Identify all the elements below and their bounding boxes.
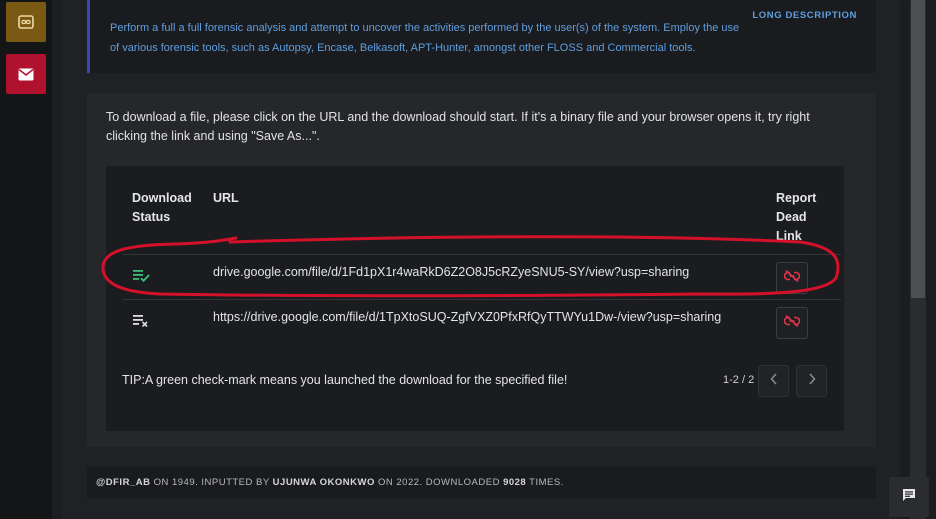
header-download-status: Download Status <box>132 191 192 224</box>
footer-text: TIMES. <box>526 477 564 488</box>
long-description-card: Perform a full a full forensic analysis … <box>87 0 876 73</box>
chevron-left-icon <box>769 372 778 390</box>
pagination-count: 1-2 / 2 <box>723 374 755 386</box>
table-row: drive.google.com/file/d/1Fd1pX1r4waRkD6Z… <box>123 254 841 299</box>
next-page-button[interactable] <box>796 365 827 397</box>
long-description-label: LONG DESCRIPTION <box>752 10 857 21</box>
link-button[interactable] <box>6 2 46 42</box>
mail-button[interactable] <box>6 54 46 94</box>
report-dead-link-button[interactable] <box>776 262 808 294</box>
downloads-intro: To download a file, please click on the … <box>106 110 810 143</box>
playlist-check-icon <box>133 269 150 287</box>
tip-text: TIP:A green check-mark means you launche… <box>122 373 568 387</box>
downloads-card: To download a file, please click on the … <box>87 93 876 447</box>
header-url: URL <box>213 191 239 205</box>
downloads-table: Download Status URL Report Dead Link dri… <box>106 166 844 431</box>
left-sidebar <box>0 0 52 519</box>
scrollbar-thumb[interactable] <box>911 0 925 298</box>
author-handle[interactable]: @DFIR_AB <box>96 477 150 488</box>
long-description-text: Perform a full a full forensic analysis … <box>110 22 740 54</box>
mail-icon <box>18 68 34 81</box>
previous-page-button[interactable] <box>758 365 789 397</box>
report-dead-link-button[interactable] <box>776 307 808 339</box>
footer-text: ON 2022. DOWNLOADED <box>374 477 504 488</box>
comment-icon <box>902 488 916 507</box>
header-report-dead-link: Report Dead Link <box>776 191 817 243</box>
feedback-button[interactable] <box>889 477 929 517</box>
playlist-remove-icon <box>133 314 150 332</box>
download-url-link[interactable]: https://drive.google.com/file/d/1TpXtoSU… <box>213 310 721 324</box>
inputter-name: UJUNWA OKONKWO <box>272 477 375 488</box>
download-count: 9028 <box>503 477 527 488</box>
chevron-right-icon <box>808 372 816 390</box>
download-url-link[interactable]: drive.google.com/file/d/1Fd1pX1r4waRkD6Z… <box>213 265 689 279</box>
attribution-footer: @DFIR_AB ON 1949. INPUTTED BY UJUNWA OKO… <box>87 467 876 498</box>
footer-text: ON 1949. INPUTTED BY <box>150 477 273 488</box>
table-row: https://drive.google.com/file/d/1TpXtoSU… <box>123 299 841 344</box>
link-off-icon <box>783 314 801 332</box>
link-icon <box>18 15 34 29</box>
link-off-icon <box>783 269 801 287</box>
